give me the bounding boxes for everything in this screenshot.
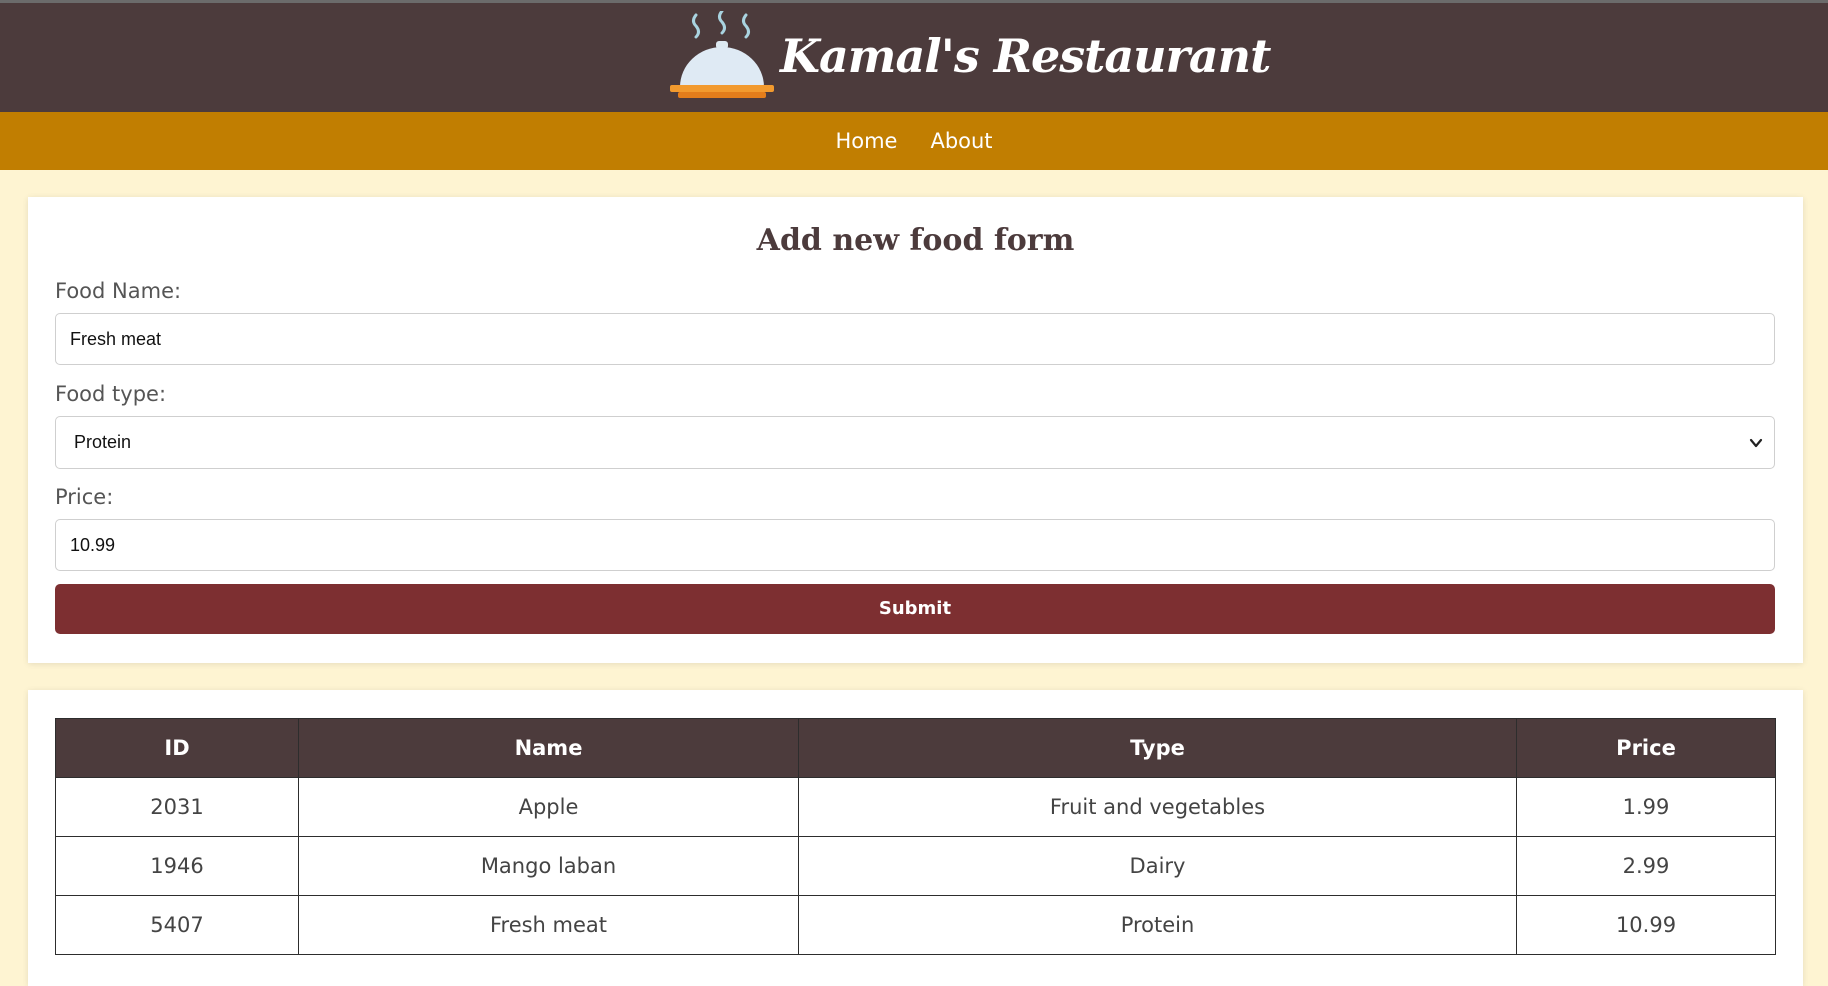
food-table: ID Name Type Price 2031 Apple Fruit and … <box>55 718 1776 955</box>
food-name-input[interactable]: Fresh meat <box>55 313 1775 365</box>
table-row: 2031 Apple Fruit and vegetables 1.99 <box>55 777 1776 837</box>
column-header-id: ID <box>55 718 299 778</box>
column-header-name: Name <box>298 718 799 778</box>
submit-button[interactable]: Submit <box>55 584 1775 634</box>
site-header: Kamal's Restaurant <box>0 3 1828 112</box>
table-row: 5407 Fresh meat Protein 10.99 <box>55 895 1776 955</box>
table-row: 1946 Mango laban Dairy 2.99 <box>55 836 1776 896</box>
price-input[interactable]: 10.99 <box>55 519 1775 571</box>
main-nav: Home About <box>0 112 1828 170</box>
cell-type: Protein <box>798 895 1517 955</box>
cell-id: 2031 <box>55 777 299 837</box>
add-food-form-card: Add new food form Food Name: Fresh meat … <box>28 197 1803 663</box>
cell-price: 10.99 <box>1516 895 1776 955</box>
cell-type: Fruit and vegetables <box>798 777 1517 837</box>
price-label: Price: <box>55 485 114 509</box>
chevron-down-icon <box>1749 438 1763 448</box>
column-header-type: Type <box>798 718 1517 778</box>
cell-price: 1.99 <box>1516 777 1776 837</box>
food-table-card: ID Name Type Price 2031 Apple Fruit and … <box>28 690 1803 986</box>
cloche-serving-dish-icon <box>670 11 774 98</box>
brand-title: Kamal's Restaurant <box>780 29 1271 83</box>
cell-id: 5407 <box>55 895 299 955</box>
cell-name: Apple <box>298 777 799 837</box>
nav-home-link[interactable]: Home <box>835 129 897 153</box>
form-title: Add new food form <box>756 223 1075 258</box>
table-header-row: ID Name Type Price <box>55 718 1776 778</box>
food-type-label: Food type: <box>55 382 167 406</box>
cell-type: Dairy <box>798 836 1517 896</box>
cell-name: Mango laban <box>298 836 799 896</box>
food-type-selected-value: Protein <box>74 432 132 452</box>
cell-id: 1946 <box>55 836 299 896</box>
cell-name: Fresh meat <box>298 895 799 955</box>
food-name-label: Food Name: <box>55 279 182 303</box>
column-header-price: Price <box>1516 718 1776 778</box>
cell-price: 2.99 <box>1516 836 1776 896</box>
food-type-select[interactable]: Protein <box>55 416 1775 469</box>
nav-about-link[interactable]: About <box>930 129 992 153</box>
